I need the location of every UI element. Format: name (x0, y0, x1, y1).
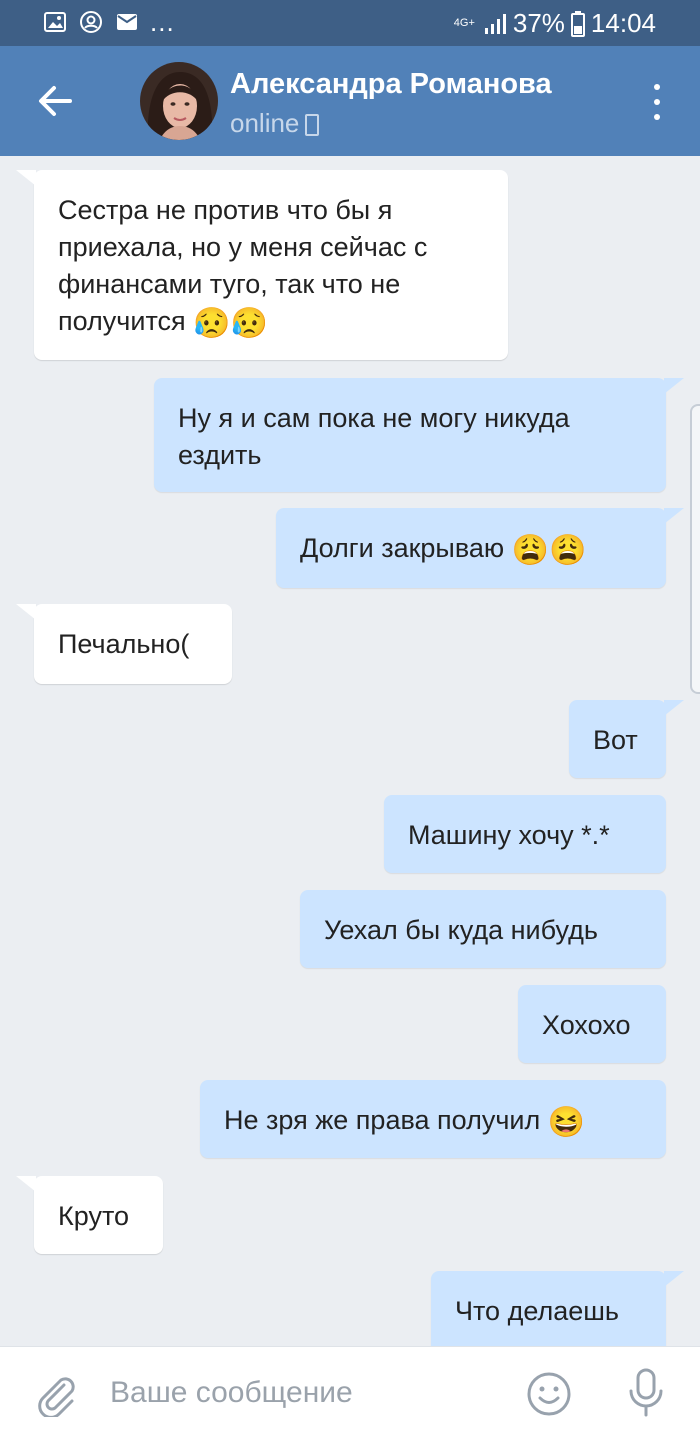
presence-row: online (230, 108, 320, 139)
bubble-tail (16, 604, 36, 620)
message-outgoing[interactable]: Машину хочу *.* (384, 795, 666, 873)
status-bar: ... 4G+ 37% 14:04 (0, 0, 700, 46)
back-arrow-icon[interactable] (30, 76, 80, 126)
avatar[interactable] (140, 62, 218, 140)
bubble-tail (16, 1176, 36, 1192)
message-outgoing[interactable]: Уехал бы куда нибудь (300, 890, 666, 968)
message-text: Долги закрываю (300, 533, 505, 563)
weary-face-emoji-icon: 😩😩 (511, 534, 587, 567)
message-text: Круто (58, 1201, 130, 1231)
message-composer (0, 1346, 700, 1438)
bubble-tail (664, 378, 684, 394)
message-outgoing[interactable]: Хохохо (518, 985, 666, 1063)
message-outgoing[interactable]: Не зря же права получил 😆 (200, 1080, 666, 1158)
avatar-photo (140, 62, 218, 140)
smile-icon[interactable] (526, 1371, 572, 1417)
message-text: Не зря же права получил (224, 1105, 541, 1135)
signal-icon (484, 13, 506, 34)
message-outgoing[interactable]: Вот (569, 700, 684, 778)
message-text: Ну я и сам пока не могу никуда ездить (178, 403, 570, 470)
battery-icon (570, 10, 585, 37)
system-indicators: 4G+ 37% 14:04 (454, 8, 656, 39)
mail-icon (117, 14, 137, 30)
gallery-icon (44, 12, 66, 32)
more-menu-icon[interactable] (645, 84, 669, 120)
clock: 14:04 (590, 8, 656, 38)
microphone-icon[interactable] (626, 1367, 666, 1419)
sad-tear-emoji-icon: 😥😥 (193, 307, 268, 340)
message-text: Печально( (58, 629, 190, 659)
message-text: Машину хочу *.* (408, 820, 610, 850)
message-incoming[interactable]: Круто (16, 1176, 163, 1254)
bubble-tail (16, 170, 36, 186)
message-text: Что делаешь (455, 1296, 619, 1326)
laughing-face-emoji-icon: 😆 (547, 1106, 586, 1139)
message-incoming[interactable]: Печально( (16, 604, 232, 684)
notification-icons: ... (42, 7, 175, 37)
online-status: online (230, 108, 300, 138)
message-outgoing[interactable]: Ну я и сам пока не могу никуда ездить (154, 378, 684, 492)
paperclip-icon[interactable] (34, 1373, 78, 1417)
message-text: Хохохо (542, 1010, 631, 1040)
bubble-tail (664, 700, 684, 716)
message-list[interactable]: Сестра не против что бы я приехала, но у… (0, 156, 700, 1346)
chat-header: Александра Романова online (0, 46, 700, 156)
message-text: Вот (593, 725, 638, 755)
network-type: 4G+ (453, 17, 475, 29)
message-input[interactable] (110, 1369, 490, 1417)
account-icon (80, 11, 102, 33)
more-notifications: ... (150, 7, 175, 37)
battery-percent: 37% (512, 8, 565, 38)
contact-name[interactable]: Александра Романова (230, 68, 552, 101)
scrollbar-handle[interactable] (690, 404, 700, 694)
bubble-tail (664, 1271, 684, 1287)
message-incoming[interactable]: Сестра не против что бы я приехала, но у… (16, 170, 508, 360)
message-outgoing[interactable]: Что делаешь (431, 1271, 684, 1346)
message-outgoing[interactable]: Долги закрываю 😩😩 (276, 508, 684, 588)
bubble-tail (664, 508, 684, 524)
message-text: Уехал бы куда нибудь (324, 915, 598, 945)
mobile-device-icon (305, 113, 320, 136)
